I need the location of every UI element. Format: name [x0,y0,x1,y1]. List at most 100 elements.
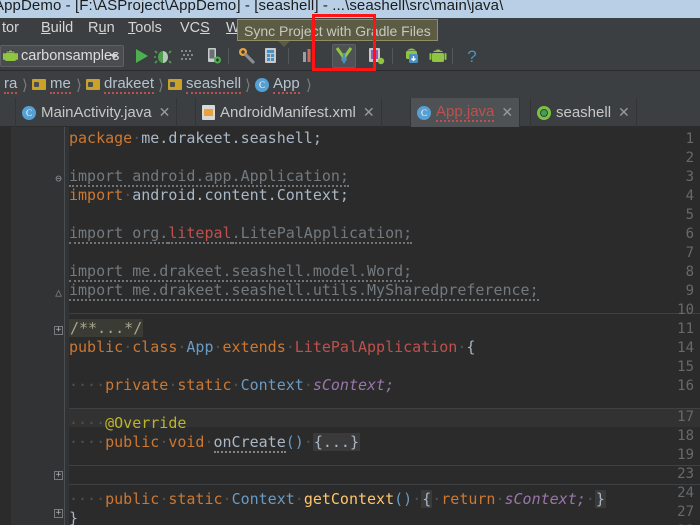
close-icon[interactable]: ✕ [159,104,171,121]
tooltip-arrow [278,41,290,47]
folded-brace-close[interactable]: } [594,490,606,508]
toolbar-separator [452,48,453,64]
breadcrumb-item-java[interactable]: ra [0,75,18,94]
window-title: AppDemo - [F:\ASProject\AppDemo] - [seas… [0,0,504,14]
code-token-text: me.drakeet.seashell; [141,129,322,147]
avd-manager-button[interactable] [262,46,282,66]
breadcrumb-item-seashell[interactable]: seashell [168,75,242,94]
code-token-brace: } [69,509,79,525]
close-icon[interactable]: ✕ [363,104,375,121]
close-icon[interactable]: ✕ [501,104,513,121]
line-number: 5 [685,207,694,223]
gradle-module-icon [537,105,551,120]
toolbar-separator [228,48,229,64]
code-token-annotation: @Override [105,414,187,432]
menu-item-build[interactable]: Build [41,20,73,36]
code-token-keyword: class [132,338,178,356]
layout-inspector-button[interactable] [366,46,386,66]
code-line-14: public·class·App·extends·LitePalApplicat… [69,338,476,356]
code-token-keyword: public [105,490,160,508]
code-token-keyword: static [177,376,232,394]
close-icon[interactable]: ✕ [618,104,630,121]
line-number: 16 [677,378,694,394]
fold-separator [69,408,700,409]
menu-item-tools[interactable]: Tools [128,20,162,36]
fold-collapse-icon[interactable]: ⊖ [54,173,63,184]
folder-icon [168,79,182,90]
breadcrumb-label: drakeet [104,75,155,94]
breadcrumb-item-me[interactable]: me [32,75,71,94]
menu-item-run[interactable]: Run [88,20,115,36]
folder-icon [86,79,100,90]
code-line-4: import·android.content.Context; [69,186,349,204]
tab-label: seashell [556,104,612,121]
code-editor[interactable]: 1 2 3 4 5 6 7 8 9 10 11 14 15 16 17 18 1… [0,127,700,525]
code-token-import: import org. [69,224,169,244]
breadcrumb: ra ⟩ me ⟩ drakeet ⟩ seashell ⟩ C App ⟩ [0,71,700,98]
toolbar-separator [288,48,289,64]
module-selector[interactable]: carbonsamples [0,45,124,67]
svg-text:?: ? [467,47,476,66]
main-toolbar: carbonsamples ? [0,41,700,71]
folded-javadoc-comment[interactable]: /**...*/ [69,319,144,337]
line-number: 8 [685,264,694,280]
breadcrumb-separator: ⟩ [158,77,164,94]
code-line-11[interactable]: /**...*/ [69,319,144,338]
sdk-manager-button[interactable] [237,46,257,66]
debug-button[interactable] [154,46,174,66]
breadcrumb-separator: ⟩ [306,77,312,94]
fold-expand-icon[interactable]: + [54,326,63,335]
code-token-parens: () [285,433,304,451]
breadcrumb-label: App [273,75,300,94]
coverage-button[interactable] [177,46,197,66]
menu-item-editor[interactable]: tor [2,20,19,36]
tab-seashell[interactable]: seashell ✕ [530,98,637,127]
code-token-method: onCreate [213,433,286,453]
code-token-import-tail: .LitePalApplication; [231,224,413,244]
tab-androidmanifest[interactable]: AndroidManifest.xml ✕ [195,98,382,127]
line-number: 17 [677,409,694,425]
code-token-type: Context [240,376,304,394]
chevron-down-icon [110,54,118,59]
gutter-divider [64,127,65,525]
line-number: 10 [677,302,694,318]
menu-item-vcs[interactable]: VCS [180,20,210,36]
help-button[interactable]: ? [462,46,482,66]
tab-app[interactable]: C App.java ✕ [410,98,521,127]
code-line-1: package·me.drakeet.seashell; [69,129,322,147]
code-token-field: sContext; [504,490,586,508]
breadcrumb-item-drakeet[interactable]: drakeet [86,75,155,94]
code-line-8: import me.drakeet.seashell.model.Word; [69,262,413,282]
window-title-bar: AppDemo - [F:\ASProject\AppDemo] - [seas… [0,0,700,18]
code-token-parens: () [394,490,413,508]
attach-debugger-button[interactable] [203,46,223,66]
code-token-keyword: import [69,186,124,204]
profiler-button[interactable] [299,46,319,66]
code-line-16: ····private·static·Context·sContext; [69,376,395,394]
line-number: 1 [685,131,694,147]
code-token-keyword: private [105,376,169,394]
code-token-unresolved: litepal [168,224,232,244]
code-token-unused-import: import me.drakeet.seashell.utils.MyShare… [69,281,539,301]
code-line-18: ····@Override [69,414,187,432]
fold-expand-icon[interactable]: + [54,509,63,518]
code-token-keyword: static [168,490,223,508]
fold-separator [69,465,700,466]
code-token-text: android.content.Context; [132,186,349,204]
folded-brace-open[interactable]: { [421,490,433,508]
avd-device-button[interactable] [428,46,448,66]
breadcrumb-item-app[interactable]: C App [255,75,300,94]
code-token-unused-import: import android.app.Application; [69,167,349,187]
sync-gradle-icon[interactable] [334,46,354,66]
fold-collapse-icon[interactable]: △ [54,287,63,298]
folder-icon [32,79,46,90]
tab-mainactivity[interactable]: C MainActivity.java ✕ [15,98,178,127]
sdk-download-button[interactable] [403,46,423,66]
toolbar-separator [392,48,393,64]
java-class-icon: C [22,105,36,120]
fold-expand-icon[interactable]: + [54,471,63,480]
folded-method-body[interactable]: {...} [312,433,360,451]
run-button[interactable] [131,46,151,66]
code-token-brace: { [466,338,476,356]
fold-separator [69,313,700,314]
